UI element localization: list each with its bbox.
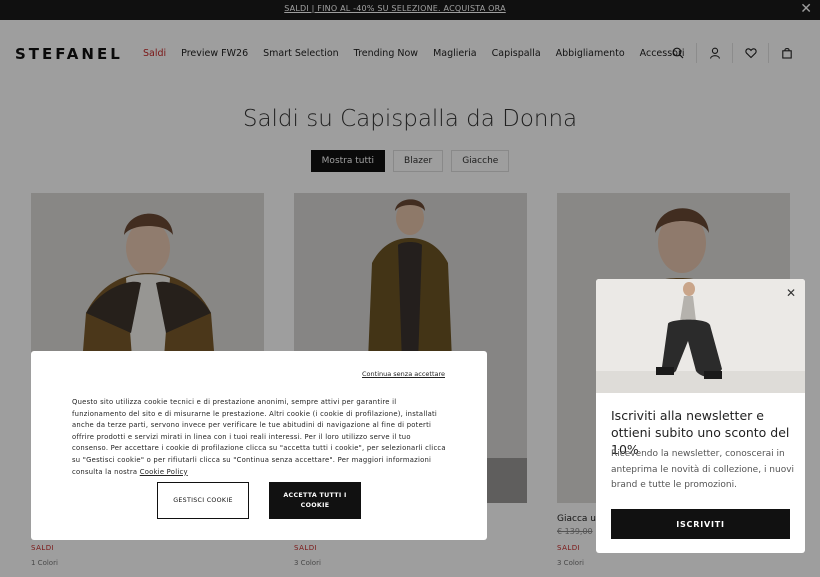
- manage-cookies-button[interactable]: GESTISCI COOKIE: [157, 482, 249, 519]
- newsletter-image: ✕: [596, 279, 805, 393]
- newsletter-popup: ✕ Iscriviti alla newsletter e ottieni su…: [596, 279, 805, 553]
- cookie-policy-link[interactable]: Cookie Policy: [140, 468, 188, 476]
- cookie-body: Questo sito utilizza cookie tecnici e di…: [72, 398, 446, 476]
- newsletter-text: Ricevendo la newsletter, conoscerai in a…: [611, 449, 795, 490]
- accept-all-cookies-button[interactable]: ACCETTA TUTTI I COOKIE: [269, 482, 361, 519]
- continue-without-accepting-link[interactable]: Continua senza accettare: [362, 370, 445, 378]
- cookie-text: Questo sito utilizza cookie tecnici e di…: [72, 397, 447, 478]
- close-icon[interactable]: ✕: [786, 286, 796, 300]
- cookie-banner: Continua senza accettare Questo sito uti…: [31, 351, 487, 540]
- subscribe-button[interactable]: ISCRIVITI: [611, 509, 790, 539]
